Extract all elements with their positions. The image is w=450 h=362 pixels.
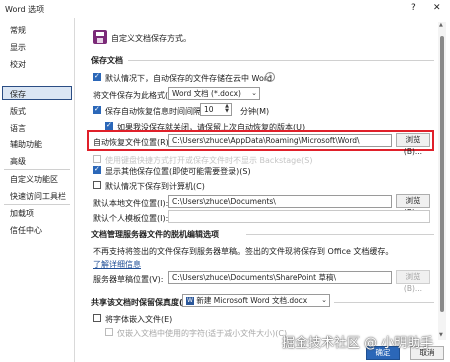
- close-button[interactable]: ✕: [433, 3, 441, 13]
- sidebar-item-quick-access[interactable]: 快速访问工具栏: [10, 191, 66, 202]
- word-doc-icon: W: [186, 297, 194, 305]
- watermark: 掘金技术社区 @ 小明助手: [282, 336, 434, 351]
- autorecover-location-label: 自动恢复文件位置(R):: [93, 138, 172, 147]
- sidebar-item-customize-ribbon[interactable]: 自定义功能区: [10, 174, 58, 185]
- chevron-down-icon: ⌄: [321, 296, 327, 304]
- autorecover-minutes-value: 10: [204, 105, 214, 114]
- save-floppy-icon: [93, 30, 107, 44]
- window-title: Word 选项: [5, 5, 45, 14]
- personal-templates-label: 默认个人模板位置(I):: [93, 214, 169, 223]
- sidebar-item-accessibility[interactable]: 辅助功能: [10, 139, 42, 150]
- autorecover-checkbox[interactable]: [93, 105, 101, 114]
- section-divider: [246, 234, 434, 235]
- sidebar-item-addins[interactable]: 加载项: [10, 208, 34, 219]
- sidebar-item-layout[interactable]: 版式: [10, 106, 26, 117]
- section-fidelity: 共享该文档时保留保真度(D):: [91, 298, 197, 307]
- help-button[interactable]: ?: [411, 3, 416, 13]
- title-bar: Word 选项 ? ✕: [0, 0, 450, 18]
- server-note: 不再支持将签出的文件保存到服务器草稿。签出的文件现将保存到 Office 文档缓…: [93, 247, 394, 256]
- sidebar-item-save[interactable]: 保存: [10, 89, 26, 100]
- sidebar-item-proofing[interactable]: 校对: [10, 59, 26, 70]
- embed-used-chars-checkbox[interactable]: [105, 328, 113, 336]
- keep-last-version-checkbox[interactable]: [105, 121, 113, 130]
- vertical-scrollbar[interactable]: ▲ ▼: [438, 22, 446, 340]
- drafts-location-label: 服务器草稿位置(V):: [93, 275, 164, 284]
- autosave-cloud-label: 默认情况下，自动保存的文件存储在云中 Word: [105, 74, 273, 83]
- chevron-down-icon: ⌄: [251, 89, 257, 97]
- scroll-down-icon[interactable]: ▼: [439, 332, 443, 338]
- info-icon: i: [265, 72, 275, 82]
- format-dropdown-value: Word 文档 (*.docx): [172, 89, 241, 98]
- sidebar-item-trust-center[interactable]: 信任中心: [10, 225, 42, 236]
- fidelity-document-dropdown[interactable]: W 新建 Microsoft Word 文档.docx ⌄: [182, 294, 330, 307]
- show-more-locations-label: 显示其他保存位置(即使可能需要登录)(S): [105, 167, 251, 176]
- sidebar-item-display[interactable]: 显示: [10, 42, 26, 53]
- embed-fonts-label: 将字体嵌入文件(E): [105, 315, 173, 324]
- hidden-backstage-label: 使用键盘快捷方式打开或保存文件时不显示 Backstage(S): [105, 156, 313, 165]
- spinner-arrows-icon[interactable]: ▲ ▼: [225, 104, 229, 114]
- section-divider: [334, 302, 434, 303]
- sidebar-divider: [4, 169, 70, 170]
- learn-more-link[interactable]: 了解详细信息: [93, 259, 141, 270]
- embed-fonts-checkbox[interactable]: [93, 314, 101, 322]
- sidebar-item-advanced[interactable]: 高级: [10, 156, 26, 167]
- format-label: 将文件保存为此格式(F):: [93, 91, 179, 100]
- autorecover-label: 保存自动恢复信息时间间隔(A): [105, 107, 213, 116]
- default-local-field[interactable]: C:\Users\zhuce\Documents\: [168, 195, 392, 208]
- show-more-locations-checkbox[interactable]: [93, 165, 101, 174]
- autorecover-minutes-spinner[interactable]: 10 ▲ ▼: [200, 103, 232, 116]
- drafts-location-field[interactable]: C:\Users\zhuce\Documents\SharePoint 草稿\: [168, 271, 392, 284]
- browse-local-button[interactable]: 浏览(B)...: [396, 194, 430, 217]
- section-divider: [128, 60, 434, 61]
- page-header: 自定义文档保存方式。: [111, 34, 191, 43]
- section-save-documents: 保存文档: [91, 56, 123, 65]
- autorecover-location-field[interactable]: C:\Users\zhuce\AppData\Roaming\Microsoft…: [168, 134, 392, 147]
- fidelity-document-value: 新建 Microsoft Word 文档.docx: [196, 296, 308, 305]
- scroll-up-icon[interactable]: ▲: [439, 22, 443, 28]
- save-to-computer-checkbox[interactable]: [93, 181, 101, 189]
- personal-templates-field[interactable]: [168, 210, 430, 223]
- browse-drafts-button[interactable]: 浏览(B)...: [396, 270, 430, 293]
- autosave-cloud-checkbox[interactable]: [93, 72, 101, 81]
- browse-autorecover-button[interactable]: 浏览(B)...: [396, 133, 430, 156]
- save-to-computer-label: 默认情况下保存到计算机(C): [105, 182, 205, 191]
- embed-used-chars-label: 仅嵌入文档中使用的字符(适于减小文件大小)(C): [117, 329, 288, 338]
- scrollbar-thumb[interactable]: [440, 36, 444, 312]
- minutes-unit-label: 分钟(M): [240, 107, 270, 116]
- sidebar-item-language[interactable]: 语言: [10, 123, 26, 134]
- default-local-label: 默认本地文件位置(I):: [93, 199, 169, 208]
- hidden-backstage-checkbox[interactable]: [93, 155, 101, 163]
- sidebar-item-general[interactable]: 常规: [10, 25, 26, 36]
- sidebar: 常规 显示 校对 保存 版式 语言 辅助功能 高级 自定义功能区 快速访问工具栏…: [0, 18, 75, 362]
- section-server-offline: 文档管理服务器文件的脱机编辑选项: [91, 230, 219, 239]
- sidebar-divider: [4, 204, 70, 205]
- format-dropdown[interactable]: Word 文档 (*.docx) ⌄: [168, 87, 260, 100]
